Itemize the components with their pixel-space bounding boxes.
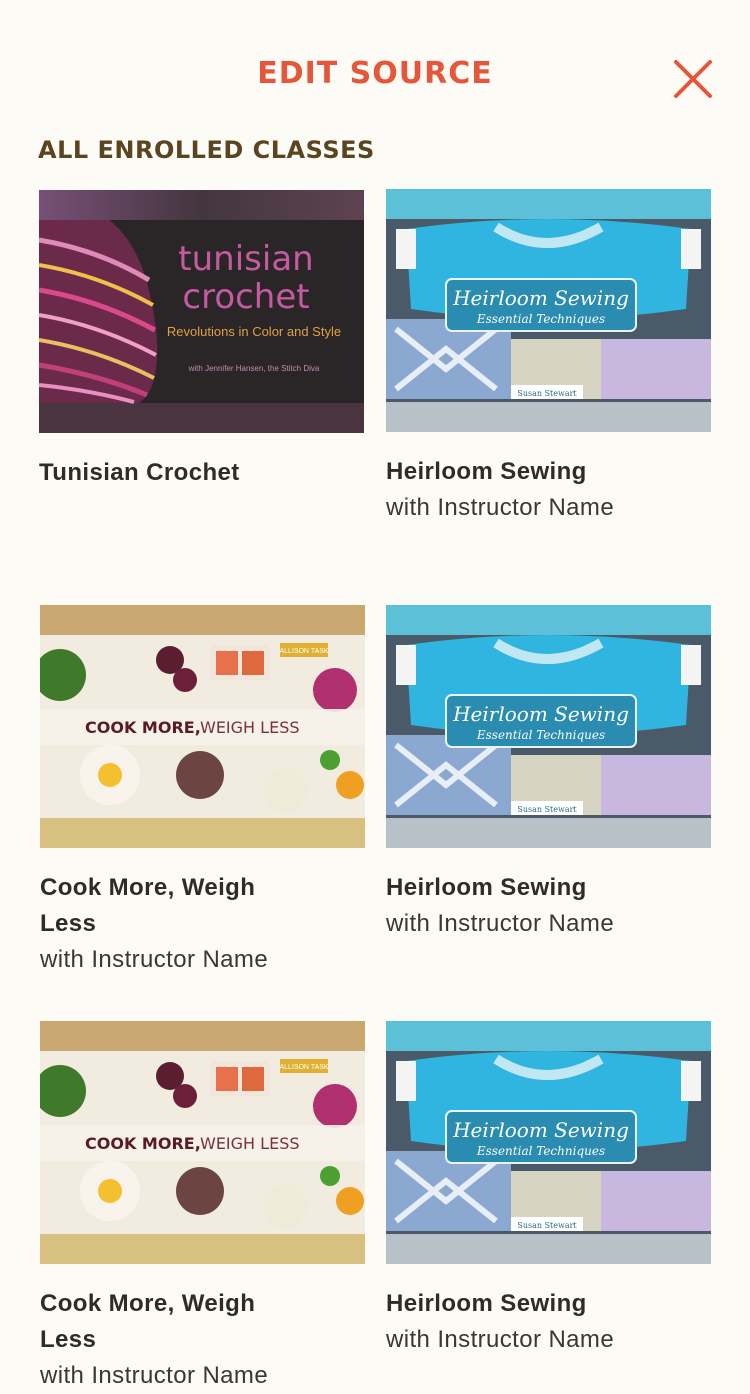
thumb-author: ALLISON TASK [279,1064,328,1071]
class-title: Heirloom Sewing [386,874,587,901]
thumb-subtitle: Essential Techniques [476,312,605,326]
class-thumbnail: Heirloom Sewing Essential Techniques Sus… [386,189,711,432]
class-thumbnail: tunisian crochet Revolutions in Color an… [39,190,364,433]
class-instructor: with Instructor Name [386,910,615,937]
thumb-title: Heirloom Sewing [452,702,629,726]
thumb-title-line1: tunisian [178,239,313,279]
class-card-heirloom-sewing[interactable]: Heirloom Sewing Essential Techniques Sus… [386,1021,711,1358]
thumb-author: Susan Stewart [517,389,577,398]
thumb-title: Heirloom Sewing [452,286,629,310]
class-thumbnail: ALLISON TASK COOK MORE, WEIGH LESS [40,1021,365,1264]
thumb-credit: with Jennifer Hansen, the Stitch Diva [188,364,320,373]
thumb-subtitle: Essential Techniques [476,1144,605,1158]
class-title: Cook More, Weigh Less [40,1290,256,1353]
class-title: Cook More, Weigh Less [40,874,256,937]
thumb-subtitle: Revolutions in Color and Style [167,324,341,339]
class-instructor: with Instructor Name [40,946,269,973]
close-icon [674,60,712,98]
class-title: Heirloom Sewing [386,458,587,485]
class-title: Tunisian Crochet [39,459,240,486]
thumb-author: Susan Stewart [517,1221,577,1230]
thumb-title-light: WEIGH LESS [200,718,300,737]
thumb-title-line2: crochet [182,277,309,317]
thumb-title: Heirloom Sewing [452,1118,629,1142]
header: EDIT SOURCE ALL ENROLLED CLASSES [0,0,750,164]
class-card-heirloom-sewing[interactable]: Heirloom Sewing Essential Techniques Sus… [386,189,711,526]
class-thumbnail: Heirloom Sewing Essential Techniques Sus… [386,605,711,848]
thumb-title-bold: COOK MORE, [85,718,201,737]
thumb-title-bold: COOK MORE, [85,1134,201,1153]
thumb-subtitle: Essential Techniques [476,728,605,742]
thumb-author: ALLISON TASK [279,648,328,655]
class-instructor: with Instructor Name [386,1326,615,1353]
class-card-heirloom-sewing[interactable]: Heirloom Sewing Essential Techniques Sus… [386,605,711,942]
class-card-cook-more-weigh-less[interactable]: ALLISON TASK COOK MORE, WEIGH LESS Cook … [40,605,365,978]
class-instructor: with Instructor Name [40,1362,269,1389]
class-card-tunisian-crochet[interactable]: tunisian crochet Revolutions in Color an… [39,190,364,491]
class-title: Heirloom Sewing [386,1290,587,1317]
class-thumbnail: ALLISON TASK COOK MORE, WEIGH LESS [40,605,365,848]
class-card-cook-more-weigh-less[interactable]: ALLISON TASK COOK MORE, WEIGH LESS Cook … [40,1021,365,1394]
thumb-title-light: WEIGH LESS [200,1134,300,1153]
section-label: ALL ENROLLED CLASSES [38,136,375,164]
page-title: EDIT SOURCE [257,56,493,91]
close-button[interactable] [668,54,716,102]
class-instructor: with Instructor Name [386,494,615,521]
thumb-author: Susan Stewart [517,805,577,814]
class-thumbnail: Heirloom Sewing Essential Techniques Sus… [386,1021,711,1264]
